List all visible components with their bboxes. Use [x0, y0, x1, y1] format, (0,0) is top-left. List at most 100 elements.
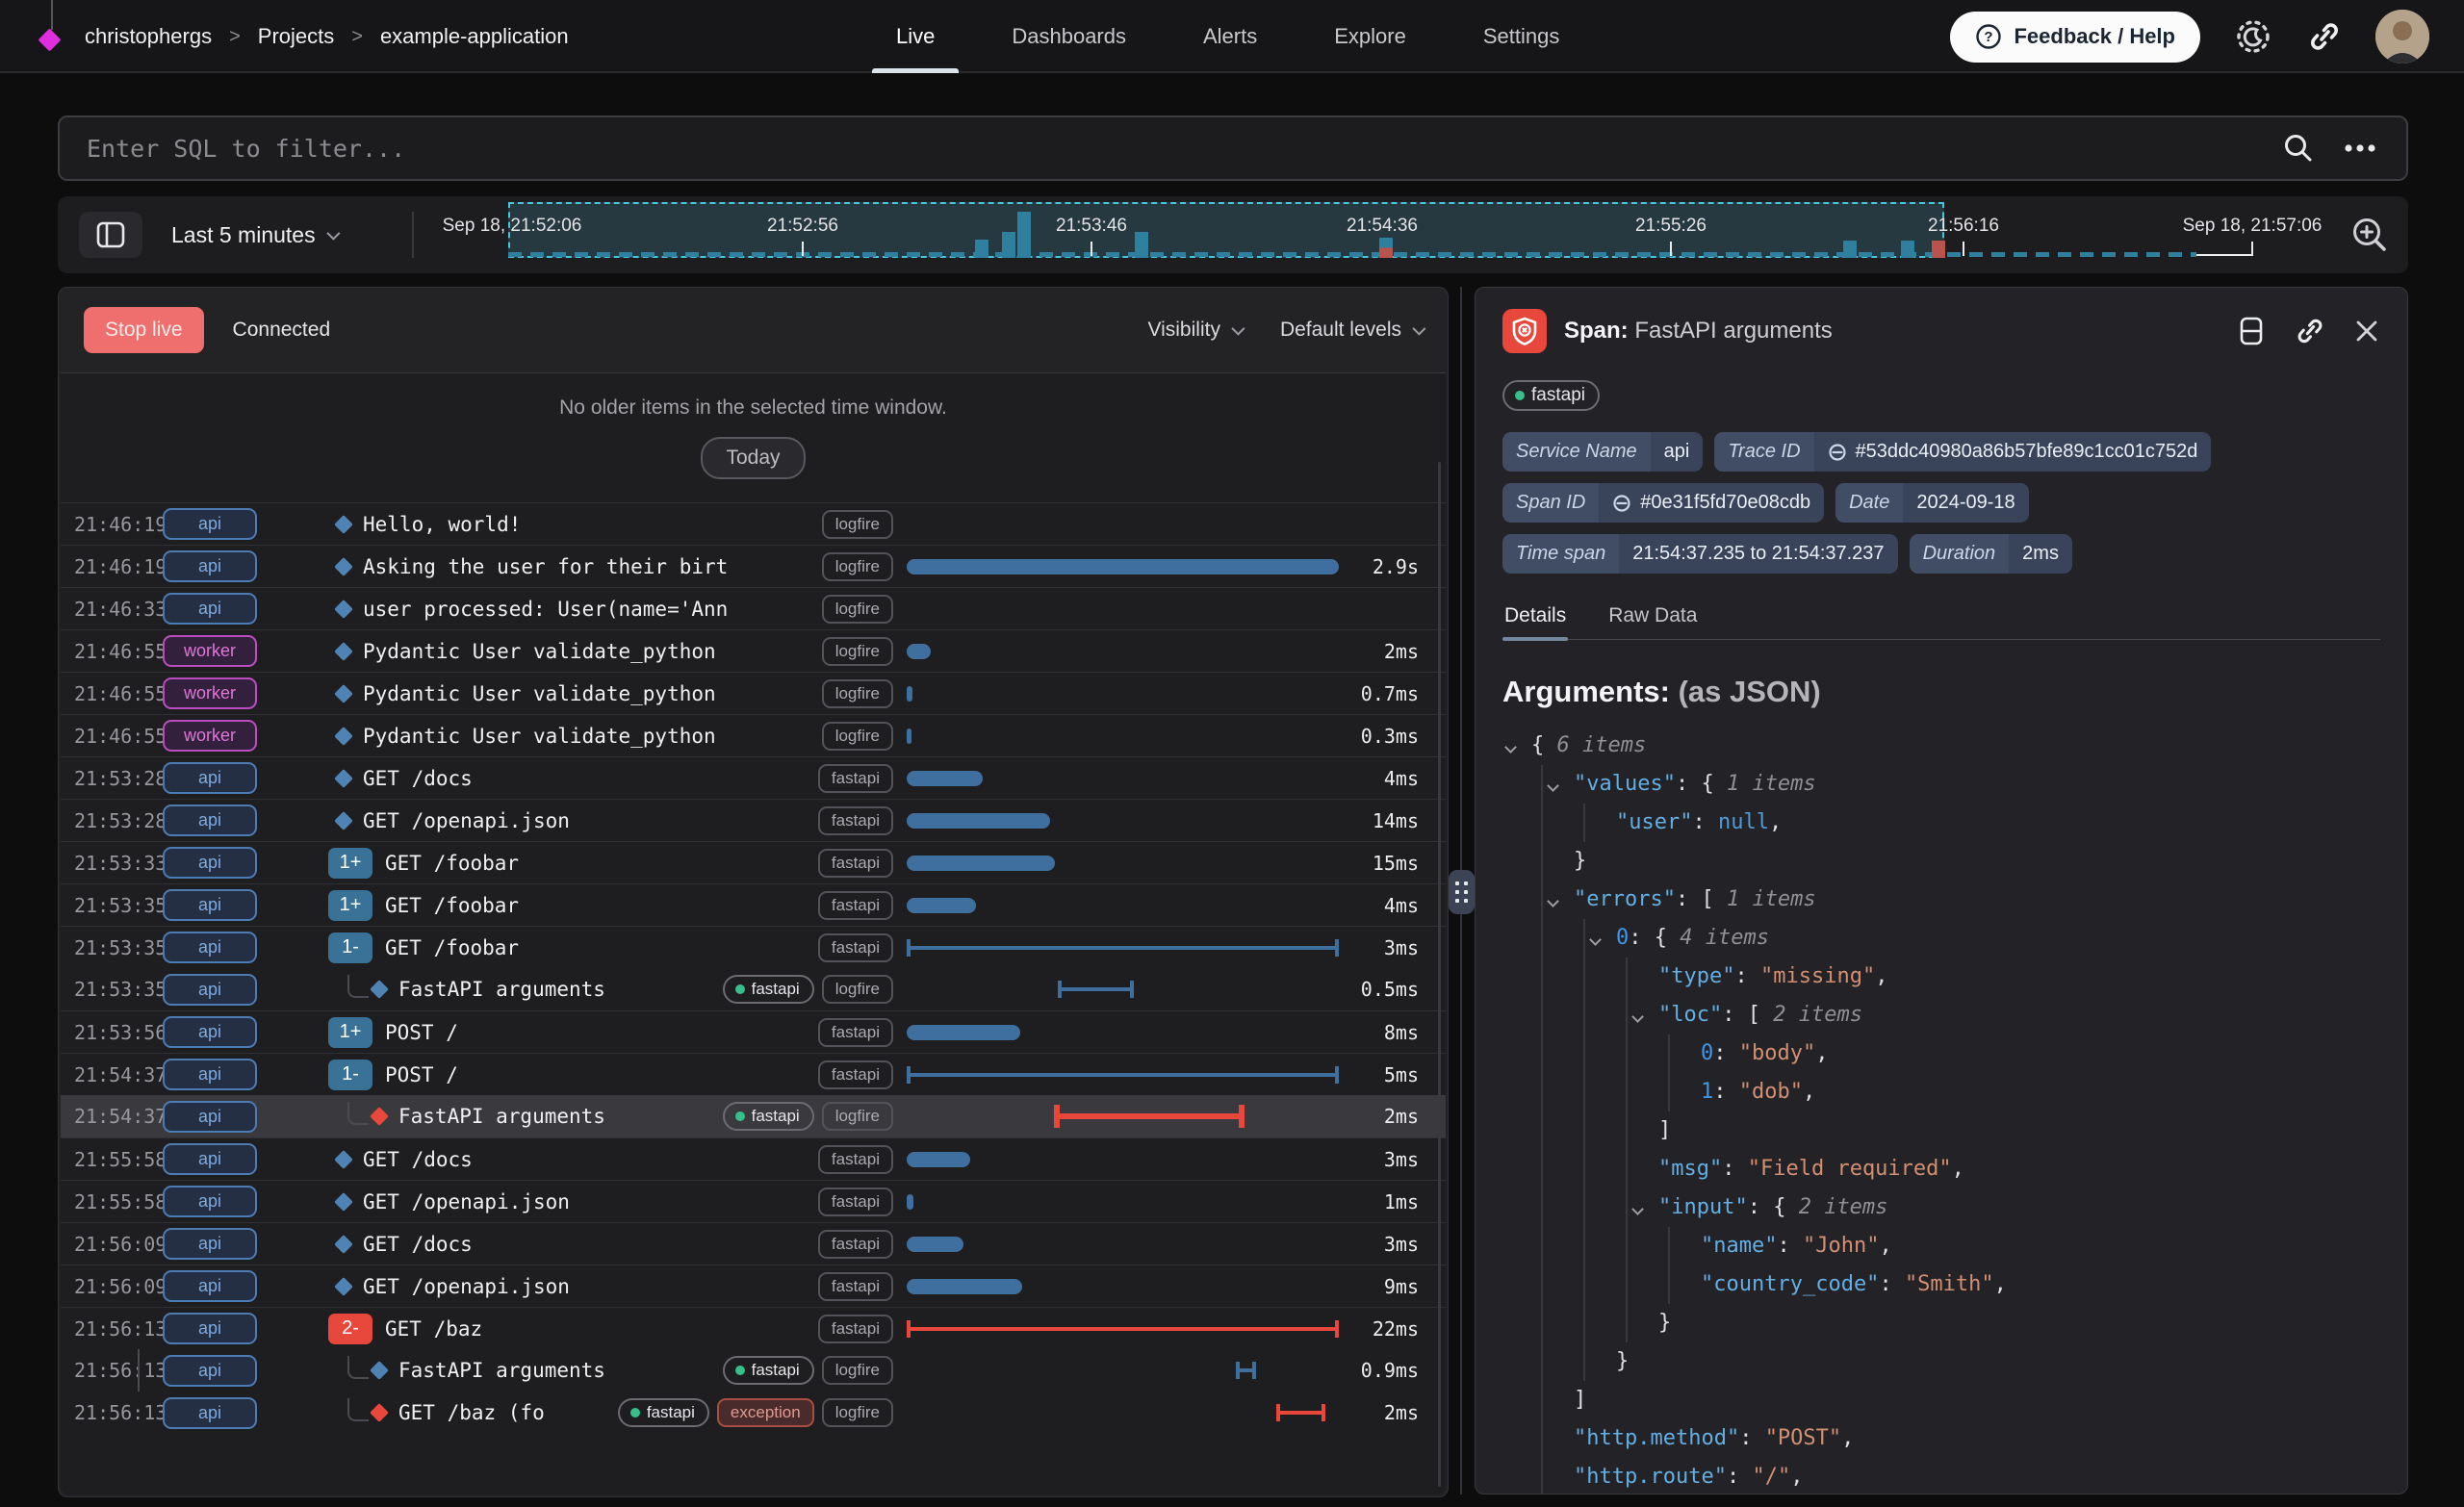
- trace-row[interactable]: 21:53:56api1+POST /fastapi8ms: [61, 1010, 1446, 1053]
- scrollbar[interactable]: [1438, 462, 1441, 1487]
- child-count-badge[interactable]: 1-: [328, 1060, 372, 1090]
- metadata-chip-date[interactable]: Date2024-09-18: [1835, 483, 2029, 523]
- time-range-dropdown[interactable]: Last 5 minutes: [171, 196, 337, 273]
- json-token-key: "values": [1574, 772, 1676, 796]
- worker-tag[interactable]: worker: [163, 677, 257, 709]
- share-link-button[interactable]: [2306, 18, 2343, 55]
- child-count-badge[interactable]: 1+: [328, 848, 372, 879]
- collapse-caret-icon[interactable]: [1631, 1203, 1644, 1215]
- breadcrumb-item[interactable]: example-application: [380, 24, 569, 49]
- child-count-badge[interactable]: 2-: [328, 1314, 372, 1344]
- tab-raw-data[interactable]: Raw Data: [1606, 604, 1699, 639]
- more-options-icon[interactable]: [2343, 142, 2377, 154]
- trace-row[interactable]: 21:46:19apiAsking the user for their bir…: [61, 545, 1446, 587]
- trace-row[interactable]: 21:46:55workerPydantic User validate_pyt…: [61, 629, 1446, 672]
- default-levels-dropdown[interactable]: Default levels: [1280, 319, 1423, 342]
- metadata-chip-duration[interactable]: Duration2ms: [1910, 534, 2072, 574]
- stop-live-button[interactable]: Stop live: [84, 307, 204, 353]
- trace-row[interactable]: 21:53:28apiGET /openapi.jsonfastapi14ms: [61, 799, 1446, 841]
- breadcrumb-item[interactable]: christophergs: [85, 24, 212, 49]
- trace-row[interactable]: 21:56:13api2-GET /bazfastapi22ms: [61, 1307, 1446, 1349]
- nav-tab-explore[interactable]: Explore: [1310, 0, 1430, 73]
- trace-row[interactable]: 21:53:28apiGET /docsfastapi4ms: [61, 756, 1446, 799]
- sidebar-toggle-button[interactable]: [79, 212, 142, 258]
- sql-filter-input[interactable]: [60, 135, 2281, 163]
- metadata-chip-span-id[interactable]: Span ID#0e31f5fd70e08cdb: [1502, 483, 1824, 523]
- trace-row[interactable]: 21:46:19apiHello, world!logfire: [61, 502, 1446, 545]
- api-tag[interactable]: api: [163, 847, 257, 879]
- search-icon[interactable]: [2281, 131, 2316, 166]
- trace-row[interactable]: 21:53:33api1+GET /foobarfastapi15ms: [61, 841, 1446, 883]
- api-tag[interactable]: api: [163, 762, 257, 794]
- trace-row[interactable]: 21:56:13apiGET /baz (fofastapiexceptionl…: [61, 1392, 1446, 1434]
- api-tag[interactable]: api: [163, 1397, 257, 1429]
- logfire-logo-icon[interactable]: [38, 13, 67, 61]
- trace-row-duration-bar-cell: [907, 1181, 1342, 1222]
- api-tag[interactable]: api: [163, 932, 257, 963]
- trace-row[interactable]: 21:54:37apiFastAPI argumentsfastapilogfi…: [61, 1095, 1446, 1137]
- avatar[interactable]: [2375, 10, 2429, 64]
- trace-row[interactable]: 21:46:55workerPydantic User validate_pyt…: [61, 672, 1446, 714]
- metadata-chip-trace-id[interactable]: Trace ID#53ddc40980a86b57bfe89c1cc01c752…: [1714, 432, 2211, 472]
- api-tag[interactable]: api: [163, 1355, 257, 1387]
- breadcrumb-item[interactable]: Projects: [258, 24, 334, 49]
- collapse-caret-icon[interactable]: [1547, 779, 1559, 792]
- api-tag[interactable]: api: [163, 1313, 257, 1344]
- trace-row[interactable]: 21:46:55workerPydantic User validate_pyt…: [61, 714, 1446, 756]
- trace-row[interactable]: 21:53:35api1+GET /foobarfastapi4ms: [61, 883, 1446, 926]
- collapse-caret-icon[interactable]: [1589, 933, 1602, 946]
- api-tag[interactable]: api: [163, 593, 257, 625]
- trace-row[interactable]: 21:46:33apiuser processed: User(name='An…: [61, 587, 1446, 629]
- metadata-chip-time-span[interactable]: Time span21:54:37.235 to 21:54:37.237: [1502, 534, 1898, 574]
- trace-row[interactable]: 21:55:58apiGET /openapi.jsonfastapi1ms: [61, 1180, 1446, 1222]
- nav-tab-dashboards[interactable]: Dashboards: [988, 0, 1150, 73]
- nav-tab-settings[interactable]: Settings: [1459, 0, 1584, 73]
- api-tag[interactable]: api: [163, 1101, 257, 1133]
- child-count-badge[interactable]: 1+: [328, 890, 372, 921]
- api-tag[interactable]: api: [163, 1059, 257, 1090]
- trace-row[interactable]: 21:56:09apiGET /docsfastapi3ms: [61, 1222, 1446, 1264]
- trace-row-tag-cell: api: [163, 805, 270, 836]
- api-tag[interactable]: api: [163, 508, 257, 540]
- api-tag[interactable]: api: [163, 1143, 257, 1175]
- trace-row[interactable]: 21:56:13apiFastAPI argumentsfastapilogfi…: [61, 1349, 1446, 1392]
- api-tag[interactable]: api: [163, 1228, 257, 1260]
- worker-tag[interactable]: worker: [163, 635, 257, 667]
- trace-row[interactable]: 21:55:58apiGET /docsfastapi3ms: [61, 1137, 1446, 1180]
- zoom-in-button[interactable]: [2348, 214, 2391, 259]
- fastapi-tag[interactable]: fastapi: [1502, 380, 1600, 411]
- worker-tag[interactable]: worker: [163, 720, 257, 752]
- api-tag[interactable]: api: [163, 1186, 257, 1217]
- collapse-caret-icon[interactable]: [1504, 741, 1517, 754]
- trace-row-message: GET /baz: [385, 1317, 482, 1341]
- feedback-help-button[interactable]: ? Feedback / Help: [1950, 12, 2200, 63]
- nav-tab-alerts[interactable]: Alerts: [1179, 0, 1281, 73]
- trace-row[interactable]: 21:56:09apiGET /openapi.jsonfastapi9ms: [61, 1264, 1446, 1307]
- copy-link-icon[interactable]: [2294, 315, 2326, 347]
- timeline-selection[interactable]: [508, 202, 1944, 258]
- metadata-chip-service-name[interactable]: Service Nameapi: [1502, 432, 1703, 472]
- theme-toggle-button[interactable]: [2233, 16, 2273, 57]
- trace-row[interactable]: 21:54:37api1-POST /fastapi5ms: [61, 1053, 1446, 1095]
- api-tag[interactable]: api: [163, 889, 257, 921]
- child-count-badge[interactable]: 1-: [328, 932, 372, 963]
- api-tag[interactable]: api: [163, 805, 257, 836]
- collapse-caret-icon[interactable]: [1631, 1010, 1644, 1023]
- dock-panel-icon[interactable]: [2236, 316, 2267, 346]
- close-icon[interactable]: [2353, 318, 2380, 345]
- child-count-badge[interactable]: 1+: [328, 1017, 372, 1048]
- visibility-dropdown[interactable]: Visibility: [1147, 319, 1241, 342]
- api-tag[interactable]: api: [163, 1016, 257, 1048]
- panel-resize-handle[interactable]: [1449, 870, 1475, 914]
- timeline-histogram[interactable]: Sep 18, 21:52:0621:52:5621:53:4621:54:36…: [425, 196, 2350, 273]
- trace-row[interactable]: 21:53:35api1-GET /foobarfastapi3ms: [61, 926, 1446, 968]
- today-button[interactable]: Today: [701, 437, 805, 479]
- json-indent-guide: [1583, 919, 1585, 958]
- api-tag[interactable]: api: [163, 1270, 257, 1302]
- api-tag[interactable]: api: [163, 550, 257, 582]
- trace-row[interactable]: 21:53:35apiFastAPI argumentsfastapilogfi…: [61, 968, 1446, 1010]
- tab-details[interactable]: Details: [1502, 604, 1568, 639]
- collapse-caret-icon[interactable]: [1547, 895, 1559, 907]
- api-tag[interactable]: api: [163, 974, 257, 1006]
- nav-tab-live[interactable]: Live: [872, 0, 959, 73]
